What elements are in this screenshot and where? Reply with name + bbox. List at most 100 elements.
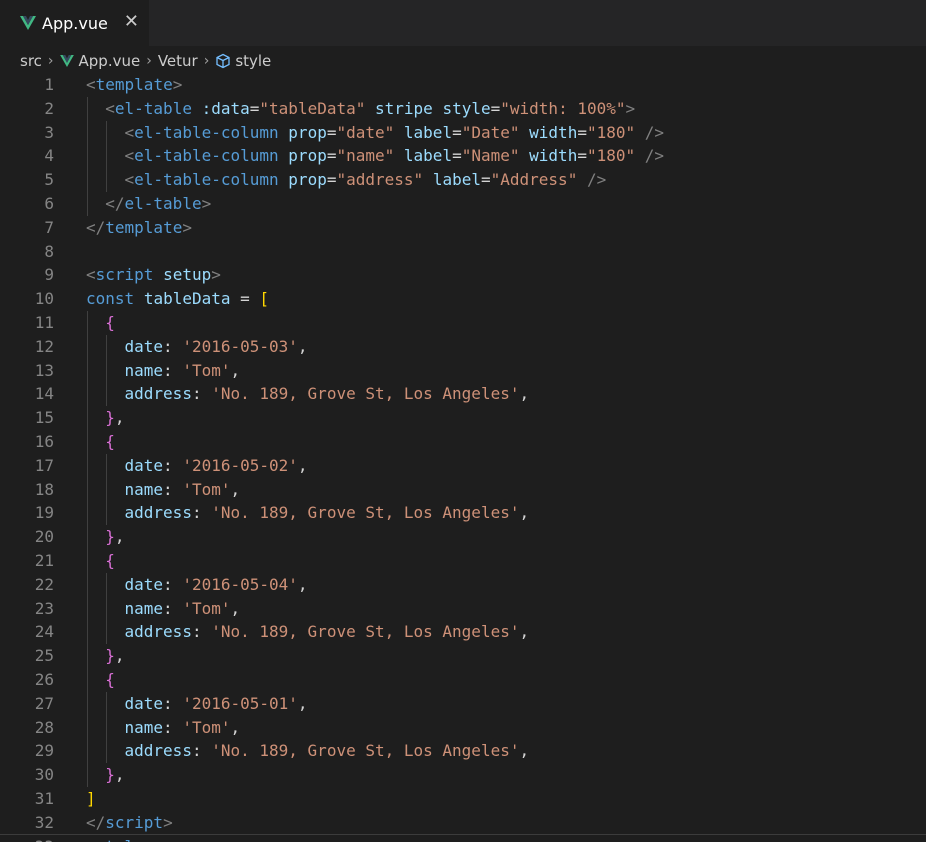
code-token: script [105, 812, 164, 832]
code-text: </script> [86, 811, 173, 835]
line-number: 8 [44, 241, 54, 261]
code-text: address: 'No. 189, Grove St, Los Angeles… [125, 382, 530, 406]
code-token: , [297, 693, 308, 713]
code-line[interactable]: 32 </script> [0, 811, 926, 835]
line-number: 16 [34, 431, 54, 451]
code-line[interactable]: 16 { [0, 429, 926, 454]
code-text: }, [105, 763, 124, 787]
code-token: const [86, 289, 135, 309]
code-token: > [144, 837, 154, 842]
code-line[interactable]: 22 date: '2016-05-04', [0, 572, 926, 597]
code-line[interactable]: 9 <script setup> [0, 263, 926, 287]
indent-guide [87, 120, 88, 145]
code-line[interactable]: 20}, [0, 525, 926, 549]
line-number: 23 [34, 598, 54, 618]
code-token: "address" [336, 170, 424, 190]
code-line[interactable]: 21 { [0, 548, 926, 573]
indent-guide [106, 453, 108, 478]
code-line[interactable]: 5 <el-table-column prop="address" label="… [0, 168, 926, 192]
code-line[interactable]: 28 name: 'Tom', [0, 715, 926, 740]
tab-bar: App.vue ✕ [0, 0, 926, 47]
code-token: template [95, 75, 173, 94]
code-token: "180" [586, 122, 636, 142]
code-token: < [86, 837, 96, 842]
code-token: 'No. 189, Grove St, Los Angeles' [211, 384, 520, 404]
code-line[interactable]: 4 <el-table-column prop="name" label="Nam… [0, 144, 926, 169]
code-token: /> [644, 146, 665, 166]
close-icon[interactable]: ✕ [124, 12, 139, 32]
code-line[interactable]: 29 address: 'No. 189, Grove St, Los Angel… [0, 739, 926, 764]
code-token: width [529, 146, 578, 166]
code-line[interactable]: 31] [0, 787, 926, 811]
code-token: = [452, 122, 462, 142]
code-token: date [124, 693, 164, 713]
code-line[interactable]: 10 const tableData = [ [0, 287, 926, 311]
tab-app-vue[interactable]: App.vue ✕ [0, 0, 150, 46]
indent-guide [87, 548, 88, 573]
line-number: 26 [34, 669, 54, 689]
code-text: date: '2016-05-02', [125, 454, 308, 478]
code-line[interactable]: 13 name: 'Tom', [0, 358, 926, 383]
indent-guide [87, 334, 88, 359]
code-line[interactable]: 12 date: '2016-05-03', [0, 334, 926, 359]
code-line[interactable]: 7 </template> [0, 216, 926, 240]
breadcrumb-item-src[interactable]: src [20, 52, 42, 70]
code-token: '2016-05-01' [182, 693, 298, 713]
code-line[interactable]: 24 address: 'No. 189, Grove St, Los Angel… [0, 620, 926, 645]
breadcrumb-label: style [235, 52, 272, 70]
code-line[interactable]: 19 address: 'No. 189, Grove St, Los Angel… [0, 501, 926, 526]
breadcrumb-item-app-vue[interactable]: App.vue [59, 52, 141, 70]
indent-guide [87, 525, 88, 549]
code-token: name [124, 479, 164, 499]
code-line[interactable]: 14 address: 'No. 189, Grove St, Los Angel… [0, 382, 926, 407]
breadcrumb-label: App.vue [78, 52, 141, 70]
code-line[interactable]: 8 [0, 240, 926, 264]
code-line[interactable]: 17 date: '2016-05-02', [0, 453, 926, 478]
code-token: name [124, 360, 164, 380]
breadcrumb-label: src [20, 52, 42, 70]
code-token: > [163, 812, 173, 832]
code-line[interactable]: 25}, [0, 644, 926, 668]
code-token: "width: 100%" [500, 98, 626, 118]
code-line[interactable]: 27 date: '2016-05-01', [0, 691, 926, 716]
breadcrumb-item-vetur[interactable]: Vetur [158, 52, 198, 70]
code-line[interactable]: 3 <el-table-column prop="date" label="Dat… [0, 120, 926, 145]
code-token: : [163, 693, 183, 713]
code-token: 'Tom' [182, 598, 231, 618]
line-number: 19 [34, 503, 54, 523]
code-token: < [105, 98, 115, 118]
code-line[interactable]: 26 { [0, 667, 926, 692]
line-number: 18 [34, 479, 54, 499]
line-number: 22 [34, 574, 54, 594]
code-token: el-table [114, 98, 192, 118]
code-line[interactable]: 33 <style> [0, 835, 926, 842]
code-token: : [163, 479, 183, 499]
code-line[interactable]: 1 <template> [0, 73, 926, 97]
code-line[interactable]: 18 name: 'Tom', [0, 477, 926, 502]
code-line[interactable]: 11 { [0, 310, 926, 335]
indent-guide [87, 406, 88, 430]
code-token: : [163, 455, 183, 475]
indent-guide [87, 358, 88, 383]
code-token: = [452, 146, 462, 166]
code-editor[interactable]: 1 <template> 2 <el-table :data="tableData" … [0, 73, 926, 842]
code-line[interactable]: 30}, [0, 763, 926, 787]
code-line[interactable]: 23 name: 'Tom', [0, 596, 926, 621]
code-line[interactable]: 2 <el-table :data="tableData" stripe styl… [0, 96, 926, 121]
line-number: 1 [44, 75, 54, 94]
indent-guide [106, 715, 108, 740]
code-line[interactable]: 15}, [0, 406, 926, 430]
code-text: ] [86, 787, 96, 811]
indent-guide [106, 168, 108, 192]
code-text: { [105, 549, 115, 573]
code-token: template [105, 217, 183, 237]
code-token: '2016-05-03' [182, 336, 298, 356]
code-line[interactable]: 6 </el-table> [0, 191, 926, 216]
breadcrumb-item-style[interactable]: style [215, 52, 271, 70]
code-text: name: 'Tom', [125, 597, 241, 621]
indent-guide [106, 739, 108, 764]
line-number: 11 [34, 312, 54, 332]
line-number: 32 [34, 812, 54, 832]
